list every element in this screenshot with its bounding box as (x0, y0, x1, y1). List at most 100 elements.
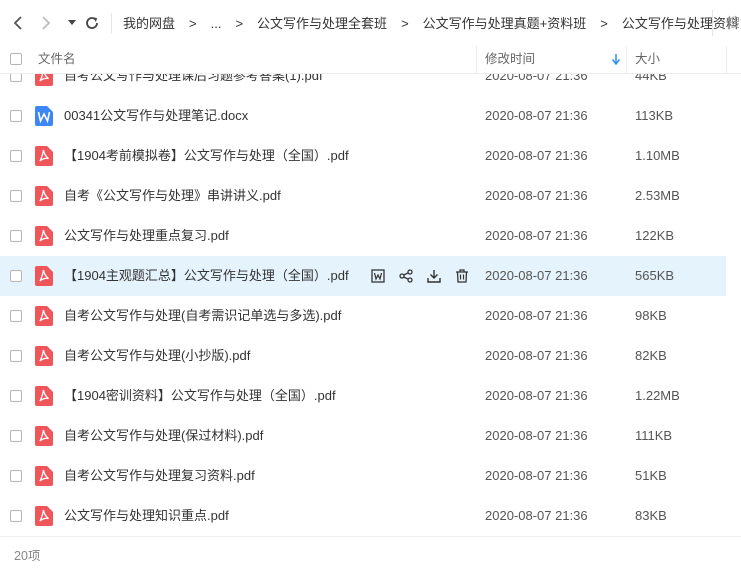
row-checkbox[interactable] (10, 310, 22, 322)
column-header-size[interactable]: 大小 (635, 46, 660, 73)
file-name[interactable]: 自考公文写作与处理(自考需识记单选与多选).pdf (64, 296, 341, 336)
file-name[interactable]: 自考公文写作与处理课后习题参考答案(1).pdf (64, 74, 323, 96)
pdf-file-icon (35, 146, 53, 166)
file-modified-time: 2020-08-07 21:36 (485, 348, 588, 363)
column-header-name[interactable]: 文件名 (38, 46, 76, 73)
row-checkbox[interactable] (10, 150, 22, 162)
pdf-file-icon (35, 506, 53, 526)
row-checkbox[interactable] (10, 350, 22, 362)
item-count: 20项 (14, 549, 41, 563)
file-size: 1.22MB (635, 388, 680, 403)
row-checkbox[interactable] (10, 430, 22, 442)
file-name[interactable]: 00341公文写作与处理笔记.docx (64, 96, 248, 136)
breadcrumb-separator: > (235, 16, 244, 31)
chevron-right-icon (42, 16, 51, 30)
download-icon[interactable] (424, 266, 444, 286)
file-modified-time: 2020-08-07 21:36 (485, 188, 588, 203)
pdf-file-icon (35, 426, 53, 446)
file-name[interactable]: 自考《公文写作与处理》串讲讲义.pdf (64, 176, 281, 216)
search-box (712, 10, 741, 36)
file-row[interactable]: 自考《公文写作与处理》串讲讲义.pdf 2020-08-07 21:36 2.53M… (0, 176, 726, 216)
column-divider[interactable] (626, 46, 627, 73)
file-size: 44KB (635, 74, 667, 83)
search-input[interactable] (725, 14, 741, 31)
file-name[interactable]: 公文写作与处理知识重点.pdf (64, 496, 229, 536)
caret-down-icon (68, 20, 76, 25)
file-name[interactable]: 自考公文写作与处理复习资料.pdf (64, 456, 255, 496)
file-size: 122KB (635, 228, 675, 243)
file-name[interactable]: 公文写作与处理重点复习.pdf (64, 216, 229, 256)
file-row[interactable]: 【1904考前模拟卷】公文写作与处理（全国）.pdf 2020-08-07 21:… (0, 136, 726, 176)
row-checkbox[interactable] (10, 190, 22, 202)
file-size: 111KB (635, 428, 673, 443)
breadcrumb-item-course[interactable]: 公文写作与处理全套班 (257, 14, 387, 34)
file-modified-time: 2020-08-07 21:36 (485, 308, 588, 323)
breadcrumb-item-ellipsis[interactable]: ... (211, 14, 222, 34)
sort-descending-icon[interactable] (612, 54, 620, 65)
pdf-file-icon (35, 306, 53, 326)
pdf-file-icon (35, 226, 53, 246)
column-divider[interactable] (726, 46, 727, 73)
refresh-button[interactable] (82, 12, 102, 34)
file-row[interactable]: 自考公文写作与处理复习资料.pdf 2020-08-07 21:36 51KB (0, 456, 726, 496)
file-modified-time: 2020-08-07 21:36 (485, 228, 588, 243)
file-row[interactable]: 公文写作与处理知识重点.pdf 2020-08-07 21:36 83KB (0, 496, 726, 536)
file-row[interactable]: 自考公文写作与处理课后习题参考答案(1).pdf 2020-08-07 21:36… (0, 74, 726, 96)
file-row[interactable]: 自考公文写作与处理(保过材料).pdf 2020-08-07 21:36 111KB (0, 416, 726, 456)
pdf-file-icon (35, 74, 53, 86)
row-checkbox[interactable] (10, 74, 22, 82)
word-file-icon (35, 106, 53, 126)
pdf-file-icon (35, 466, 53, 486)
column-header-modified[interactable]: 修改时间 (485, 46, 535, 73)
file-name[interactable]: 自考公文写作与处理(小抄版).pdf (64, 336, 250, 376)
file-size: 82KB (635, 348, 667, 363)
row-checkbox[interactable] (10, 230, 22, 242)
breadcrumb-item-root[interactable]: 我的网盘 (123, 14, 175, 34)
file-row[interactable]: 自考公文写作与处理(自考需识记单选与多选).pdf 2020-08-07 21:3… (0, 296, 726, 336)
breadcrumb-separator: > (189, 16, 197, 31)
file-name[interactable]: 【1904主观题汇总】公文写作与处理（全国）.pdf (64, 256, 349, 296)
breadcrumb-item-class[interactable]: 公文写作与处理真题+资料班 (423, 14, 587, 34)
file-row[interactable]: 自考公文写作与处理(小抄版).pdf 2020-08-07 21:36 82KB (0, 336, 726, 376)
file-modified-time: 2020-08-07 21:36 (485, 74, 588, 83)
back-button[interactable] (8, 12, 28, 34)
status-footer: 20项 (0, 536, 741, 570)
file-modified-time: 2020-08-07 21:36 (485, 468, 588, 483)
row-checkbox[interactable] (10, 390, 22, 402)
file-row[interactable]: 00341公文写作与处理笔记.docx 2020-08-07 21:36 113KB (0, 96, 726, 136)
file-row[interactable]: 公文写作与处理重点复习.pdf 2020-08-07 21:36 122KB (0, 216, 726, 256)
history-dropdown-button[interactable] (62, 12, 82, 34)
row-actions (368, 266, 472, 286)
pdf-file-icon (35, 386, 53, 406)
file-modified-time: 2020-08-07 21:36 (485, 508, 588, 523)
row-checkbox[interactable] (10, 470, 22, 482)
select-all-checkbox[interactable] (10, 53, 22, 65)
file-name[interactable]: 【1904考前模拟卷】公文写作与处理（全国）.pdf (64, 136, 349, 176)
file-size: 1.10MB (635, 148, 680, 163)
file-size: 113KB (635, 108, 674, 123)
chevron-left-icon (13, 16, 22, 30)
word-icon[interactable] (368, 266, 388, 286)
file-name[interactable]: 自考公文写作与处理(保过材料).pdf (64, 416, 263, 456)
column-divider[interactable] (476, 46, 477, 73)
nav-divider (111, 13, 112, 33)
pdf-file-icon (35, 266, 53, 286)
pdf-file-icon (35, 346, 53, 366)
forward-button[interactable] (36, 12, 56, 34)
breadcrumb-separator: > (600, 16, 608, 31)
share-icon[interactable] (396, 266, 416, 286)
row-checkbox[interactable] (10, 110, 22, 122)
file-modified-time: 2020-08-07 21:36 (485, 268, 588, 283)
file-row[interactable]: 【1904主观题汇总】公文写作与处理（全国）.pdf 2020-08-07 21:… (0, 256, 726, 296)
pdf-file-icon (35, 186, 53, 206)
delete-icon[interactable] (452, 266, 472, 286)
row-checkbox[interactable] (10, 510, 22, 522)
file-row[interactable]: 【1904密训资料】公文写作与处理（全国）.pdf 2020-08-07 21:3… (0, 376, 726, 416)
file-modified-time: 2020-08-07 21:36 (485, 388, 588, 403)
top-nav-bar: 我的网盘 >... > 公文写作与处理全套班 > 公文写作与处理真题+资料班 > 公文写作与处… (0, 0, 741, 46)
file-size: 2.53MB (635, 188, 680, 203)
refresh-icon (86, 17, 98, 29)
row-checkbox[interactable] (10, 270, 22, 282)
file-modified-time: 2020-08-07 21:36 (485, 428, 588, 443)
file-name[interactable]: 【1904密训资料】公文写作与处理（全国）.pdf (64, 376, 336, 416)
